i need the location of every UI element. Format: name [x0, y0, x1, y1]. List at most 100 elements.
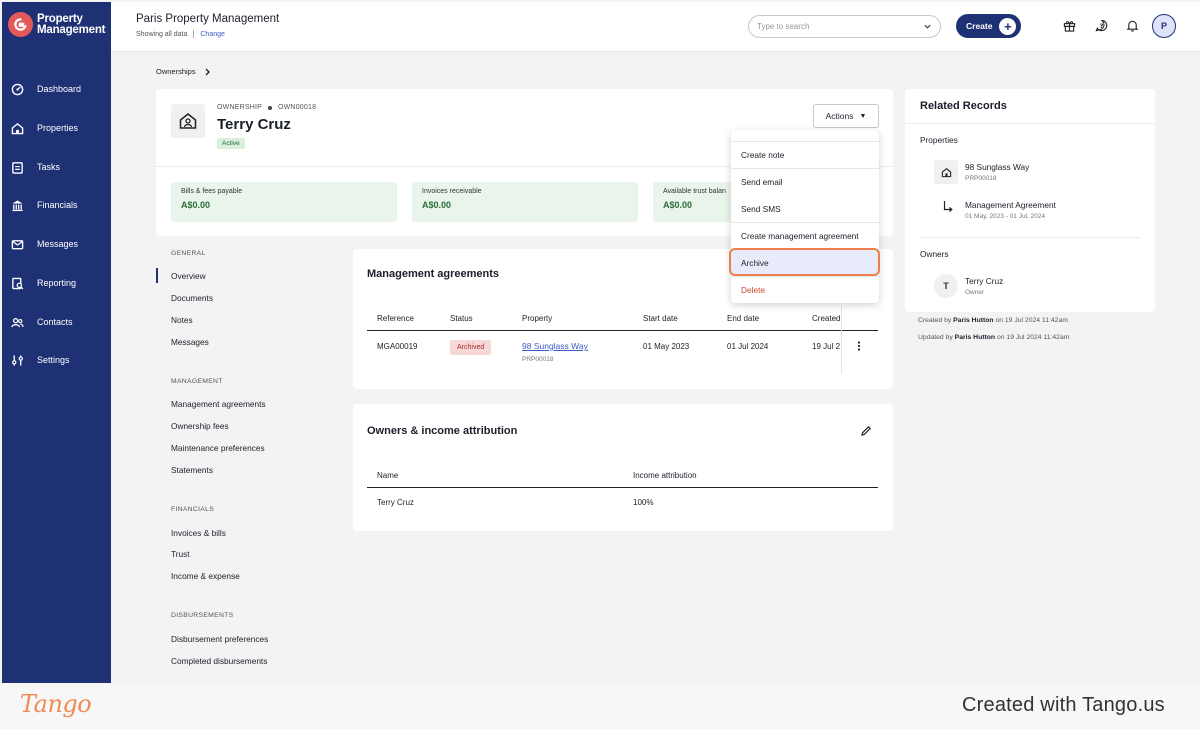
- column-end-date[interactable]: End date: [727, 314, 759, 323]
- org-title: Paris Property Management: [136, 13, 280, 25]
- stat-label: Invoices receivable: [422, 188, 482, 195]
- sidebar-item-properties[interactable]: Properties: [10, 118, 105, 138]
- owners-income-card: [353, 404, 893, 531]
- menu-item-send-email[interactable]: Send email: [741, 177, 783, 187]
- menu-item-archive[interactable]: Archive: [741, 258, 769, 268]
- related-properties-title: Properties: [920, 135, 958, 145]
- gift-icon[interactable]: [1062, 18, 1077, 33]
- create-button[interactable]: Create +: [956, 14, 1021, 38]
- change-scope-link[interactable]: Change: [200, 31, 225, 38]
- column-status[interactable]: Status: [450, 314, 473, 323]
- property-link[interactable]: 98 Sunglass Way: [522, 341, 588, 351]
- edit-pencil-icon[interactable]: [860, 425, 872, 439]
- related-agreement-item[interactable]: Management Agreement 01 May, 2023 - 01 J…: [965, 200, 1056, 220]
- app-logo[interactable]: Property Management: [8, 12, 105, 37]
- home-icon: [10, 121, 24, 135]
- related-owner-role: Owner: [965, 289, 985, 296]
- report-icon: [10, 276, 24, 290]
- ownership-kicker: OWNERSHIP OWN00018: [217, 104, 316, 111]
- bell-icon[interactable]: [1125, 18, 1140, 33]
- subnav-messages[interactable]: Messages: [171, 337, 209, 347]
- search-input[interactable]: Type to search: [748, 15, 941, 38]
- column-created[interactable]: Created: [812, 314, 842, 323]
- menu-divider: [731, 168, 879, 169]
- subnav-ownership-fees[interactable]: Ownership fees: [171, 421, 229, 431]
- property-id: PRP00018: [522, 356, 554, 363]
- sidebar-item-label: Dashboard: [37, 84, 82, 94]
- chevron-right-icon: [205, 68, 210, 75]
- menu-item-create-note[interactable]: Create note: [741, 150, 784, 160]
- audit-time: on 19 Jul 2024 11:42am: [996, 334, 1070, 341]
- stat-invoices[interactable]: Invoices receivable A$0.00: [412, 182, 638, 222]
- subnav-invoices-bills[interactable]: Invoices & bills: [171, 528, 226, 538]
- subnav-trust[interactable]: Trust: [171, 549, 190, 559]
- active-indicator: [156, 268, 158, 283]
- subnav-section-management: MANAGEMENT: [171, 378, 223, 385]
- column-property[interactable]: Property: [522, 314, 552, 323]
- column-name[interactable]: Name: [377, 471, 398, 480]
- sidebar-item-financials[interactable]: Financials: [10, 195, 105, 215]
- subnav-documents[interactable]: Documents: [171, 293, 213, 303]
- sidebar-item-tasks[interactable]: Tasks: [10, 157, 105, 177]
- subnav-section-financials: FINANCIALS: [171, 506, 215, 513]
- table-header-divider: [367, 487, 878, 488]
- related-property-name: 98 Sunglass Way: [965, 162, 1030, 172]
- stat-bills-fees[interactable]: Bills & fees payable A$0.00: [171, 182, 397, 222]
- menu-item-delete[interactable]: Delete: [741, 285, 765, 295]
- search-placeholder: Type to search: [757, 22, 810, 31]
- menu-divider: [731, 222, 879, 223]
- updated-audit: Updated by Paris Hutton on 19 Jul 2024 1…: [918, 334, 1069, 341]
- cell-start-date: 01 May 2023: [643, 342, 690, 351]
- subnav-maintenance-preferences[interactable]: Maintenance preferences: [171, 443, 265, 453]
- sidebar-item-dashboard[interactable]: Dashboard: [10, 79, 105, 99]
- related-owner-item[interactable]: Terry Cruz Owner: [965, 276, 1003, 296]
- column-income-attribution[interactable]: Income attribution: [633, 471, 697, 480]
- sidebar-item-reporting[interactable]: Reporting: [10, 273, 105, 293]
- subnav-completed-disbursements[interactable]: Completed disbursements: [171, 656, 267, 666]
- stat-value: A$0.00: [422, 200, 452, 210]
- management-agreements-title: Management agreements: [367, 268, 500, 280]
- subnav-overview[interactable]: Overview: [171, 271, 206, 281]
- related-owners-title: Owners: [920, 249, 949, 259]
- stat-value: A$0.00: [181, 200, 211, 210]
- divider: [193, 30, 195, 38]
- menu-divider: [731, 141, 879, 142]
- column-reference[interactable]: Reference: [377, 314, 414, 323]
- column-start-date[interactable]: Start date: [643, 314, 678, 323]
- cell-income-attribution: 100%: [633, 498, 654, 507]
- audit-prefix: Created by: [918, 317, 952, 324]
- ownership-icon: [171, 104, 205, 138]
- row-more-icon[interactable]: [856, 340, 862, 354]
- logo-mark-icon: [8, 12, 33, 37]
- owners-income-title: Owners & income attribution: [367, 425, 518, 437]
- subnav-disbursement-preferences[interactable]: Disbursement preferences: [171, 634, 268, 644]
- subnav-notes[interactable]: Notes: [171, 315, 193, 325]
- status-badge-archived: Archived: [450, 340, 492, 355]
- ownership-id: OWN00018: [277, 104, 317, 111]
- related-property-item[interactable]: 98 Sunglass Way PRP00018: [965, 162, 1029, 182]
- sidebar-item-messages[interactable]: Messages: [10, 234, 105, 254]
- audit-time: on 19 Jul 2024 11:42am: [995, 317, 1068, 324]
- menu-item-send-sms[interactable]: Send SMS: [741, 204, 781, 214]
- sidebar-item-settings[interactable]: Settings: [10, 350, 105, 370]
- created-audit: Created by Paris Hutton on 19 Jul 2024 1…: [918, 317, 1068, 324]
- actions-button[interactable]: Actions ▼: [813, 104, 879, 128]
- help-icon[interactable]: ?: [1094, 18, 1109, 33]
- owner-avatar: T: [934, 274, 958, 298]
- subnav-management-agreements[interactable]: Management agreements: [171, 399, 266, 409]
- mail-icon: [10, 237, 24, 251]
- menu-item-create-management-agreement[interactable]: Create management agreement: [741, 231, 859, 241]
- breadcrumb-ownerships[interactable]: Ownerships: [156, 67, 196, 76]
- svg-text:?: ?: [1100, 22, 1104, 30]
- dashboard-icon: [10, 82, 24, 96]
- table-header-divider: [367, 330, 878, 331]
- subnav-section-general: GENERAL: [171, 250, 206, 257]
- subnav-income-expense[interactable]: Income & expense: [171, 571, 240, 581]
- home-icon: [934, 160, 958, 184]
- user-avatar[interactable]: P: [1152, 14, 1176, 38]
- sidebar-item-label: Financials: [37, 200, 78, 210]
- brand-name: Property Management: [37, 12, 106, 36]
- subnav-statements[interactable]: Statements: [171, 465, 213, 475]
- related-divider: [920, 237, 1140, 238]
- sidebar-item-contacts[interactable]: Contacts: [10, 312, 105, 332]
